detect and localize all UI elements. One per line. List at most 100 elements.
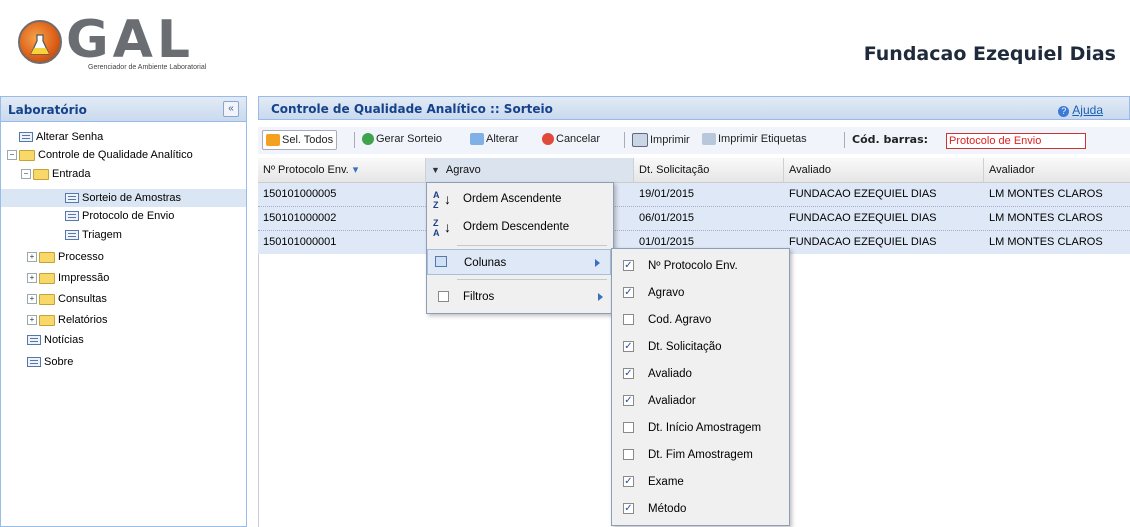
column-toggle-item[interactable]: ✓ Exame — [612, 469, 789, 495]
column-toggle-label: Dt. Início Amostragem — [648, 422, 762, 434]
checkbox-checked-icon[interactable]: ✓ — [623, 368, 634, 379]
column-header-label: Dt. Solicitação — [639, 164, 710, 176]
column-header-avaliado[interactable]: Avaliado — [784, 158, 984, 182]
collapse-icon[interactable]: − — [7, 150, 17, 161]
table-row[interactable]: 150101000002 06/01/2015 FUNDACAO EZEQUIE… — [258, 207, 1130, 231]
tree-item-label: Processo — [58, 251, 104, 263]
column-toggle-label: Dt. Fim Amostragem — [648, 449, 753, 461]
checkbox-checked-icon[interactable]: ✓ — [623, 341, 634, 352]
collapse-icon[interactable]: − — [21, 169, 31, 180]
checkbox-checked-icon[interactable]: ✓ — [623, 287, 634, 298]
column-menu-trigger-icon[interactable]: ▼ — [431, 165, 440, 175]
column-toggle-label: Exame — [648, 476, 684, 488]
app-header: GAL Gerenciador de Ambiente Laboratorial… — [0, 0, 1130, 84]
column-toggle-label: Método — [648, 503, 687, 515]
tree-item-label: Sobre — [44, 356, 74, 368]
barcode-label: Cód. barras: — [852, 133, 928, 146]
flask-icon — [30, 34, 50, 55]
checkbox-unchecked-icon[interactable] — [623, 422, 634, 433]
edit-icon — [470, 133, 484, 146]
page-icon — [27, 335, 41, 346]
checkbox-unchecked-icon[interactable] — [623, 314, 634, 325]
sort-asc-icon: AZ — [433, 190, 440, 210]
generate-draw-button[interactable]: Gerar Sorteio — [362, 133, 443, 146]
menu-item-filters[interactable]: Filtros — [427, 284, 613, 310]
menu-item-sort-asc[interactable]: AZ ↓ Ordem Ascendente — [427, 186, 613, 212]
column-header-label: Agravo — [445, 164, 481, 176]
column-toggle-item[interactable]: Cod. Agravo — [612, 307, 789, 333]
help-link[interactable]: ? Ajuda — [1058, 103, 1103, 117]
column-toggle-item[interactable]: Dt. Fim Amostragem — [612, 442, 789, 468]
tree-item-consultas[interactable]: + Consultas — [27, 290, 107, 308]
cell-avaliador: LM MONTES CLAROS — [989, 212, 1103, 224]
tree-item-sobre[interactable]: Sobre — [27, 353, 73, 371]
sort-desc-icon: ▾ — [352, 164, 359, 176]
filters-checkbox[interactable] — [438, 291, 449, 302]
tree-item-label: Consultas — [58, 293, 107, 305]
column-toggle-item[interactable]: ✓ Método — [612, 496, 789, 522]
collapse-button[interactable]: « — [223, 101, 239, 117]
menu-item-label: Ordem Descendente — [463, 221, 570, 233]
column-header-avaliador[interactable]: Avaliador — [984, 158, 1130, 182]
checkbox-checked-icon[interactable]: ✓ — [623, 476, 634, 487]
cell-avaliado: FUNDACAO EZEQUIEL DIAS — [789, 188, 937, 200]
select-all-icon — [266, 134, 280, 147]
column-toggle-item[interactable]: ✓ Nº Protocolo Env. — [612, 253, 789, 279]
tree-item-noticias[interactable]: Notícias — [27, 331, 84, 349]
checkbox-unchecked-icon[interactable] — [623, 449, 634, 460]
tree-item-triagem[interactable]: Triagem — [65, 226, 122, 244]
help-icon: ? — [1058, 106, 1070, 117]
tree-item-entrada[interactable]: − Entrada — [21, 165, 91, 183]
edit-label: Alterar — [486, 133, 519, 145]
column-header-label: Nº Protocolo Env. — [263, 164, 349, 176]
column-toggle-item[interactable]: Dt. Início Amostragem — [612, 415, 789, 441]
print-label: Imprimir — [650, 133, 690, 146]
column-header-label: Avaliado — [789, 164, 831, 176]
cell-data: 06/01/2015 — [639, 212, 695, 224]
tree-item-processo[interactable]: + Processo — [27, 248, 104, 266]
cancel-icon — [542, 133, 554, 146]
expand-icon[interactable]: + — [27, 315, 37, 326]
table-row[interactable]: 150101000005 19/01/2015 FUNDACAO EZEQUIE… — [258, 183, 1130, 207]
column-header-data[interactable]: Dt. Solicitação — [634, 158, 784, 182]
edit-button[interactable]: Alterar — [470, 133, 519, 146]
folder-icon — [39, 251, 55, 263]
toolbar-separator — [354, 132, 355, 148]
menu-item-sort-desc[interactable]: ZA ↓ Ordem Descendente — [427, 214, 613, 240]
logo-text: GAL — [66, 10, 195, 70]
tree-item-impressao[interactable]: + Impressão — [27, 269, 109, 287]
tree-item-protocolo-envio[interactable]: Protocolo de Envio — [65, 207, 174, 225]
logo-subtitle: Gerenciador de Ambiente Laboratorial — [88, 64, 207, 71]
page-icon — [27, 357, 41, 368]
select-all-button[interactable]: Sel. Todos — [262, 130, 338, 150]
expand-icon[interactable]: + — [27, 273, 37, 284]
column-toggle-item[interactable]: ✓ Avaliado — [612, 361, 789, 387]
checkbox-checked-icon[interactable]: ✓ — [623, 260, 634, 271]
cell-protocolo: 150101000005 — [263, 188, 337, 200]
folder-open-icon — [33, 168, 49, 180]
print-labels-button[interactable]: Imprimir Etiquetas — [702, 133, 807, 146]
column-header-protocolo[interactable]: Nº Protocolo Env. ▾ — [258, 158, 426, 182]
column-toggle-item[interactable]: ✓ Agravo — [612, 280, 789, 306]
column-toggle-label: Agravo — [648, 287, 685, 299]
column-toggle-item[interactable]: ✓ Avaliador — [612, 388, 789, 414]
tree-item-relatorios[interactable]: + Relatórios — [27, 311, 108, 329]
generate-draw-label: Gerar Sorteio — [376, 133, 443, 145]
menu-separator — [457, 279, 607, 280]
cell-protocolo: 150101000002 — [263, 212, 337, 224]
cancel-button[interactable]: Cancelar — [542, 133, 600, 146]
tree-item-alterar-senha[interactable]: Alterar Senha — [19, 128, 103, 146]
checkbox-checked-icon[interactable]: ✓ — [623, 503, 634, 514]
print-labels-label: Imprimir Etiquetas — [718, 133, 807, 145]
column-toggle-item[interactable]: ✓ Dt. Solicitação — [612, 334, 789, 360]
checkbox-checked-icon[interactable]: ✓ — [623, 395, 634, 406]
tree-item-label: Entrada — [52, 168, 91, 180]
menu-item-columns[interactable]: Colunas — [427, 249, 611, 275]
print-button[interactable]: Imprimir — [632, 133, 690, 147]
barcode-input[interactable]: Protocolo de Envio — [946, 133, 1086, 149]
expand-icon[interactable]: + — [27, 252, 37, 263]
column-header-agravo[interactable]: ▼ Agravo — [426, 158, 634, 182]
tree-item-controle-qualidade[interactable]: − Controle de Qualidade Analítico — [7, 146, 193, 164]
tree-item-sorteio-amostras[interactable]: Sorteio de Amostras — [1, 189, 246, 207]
expand-icon[interactable]: + — [27, 294, 37, 305]
